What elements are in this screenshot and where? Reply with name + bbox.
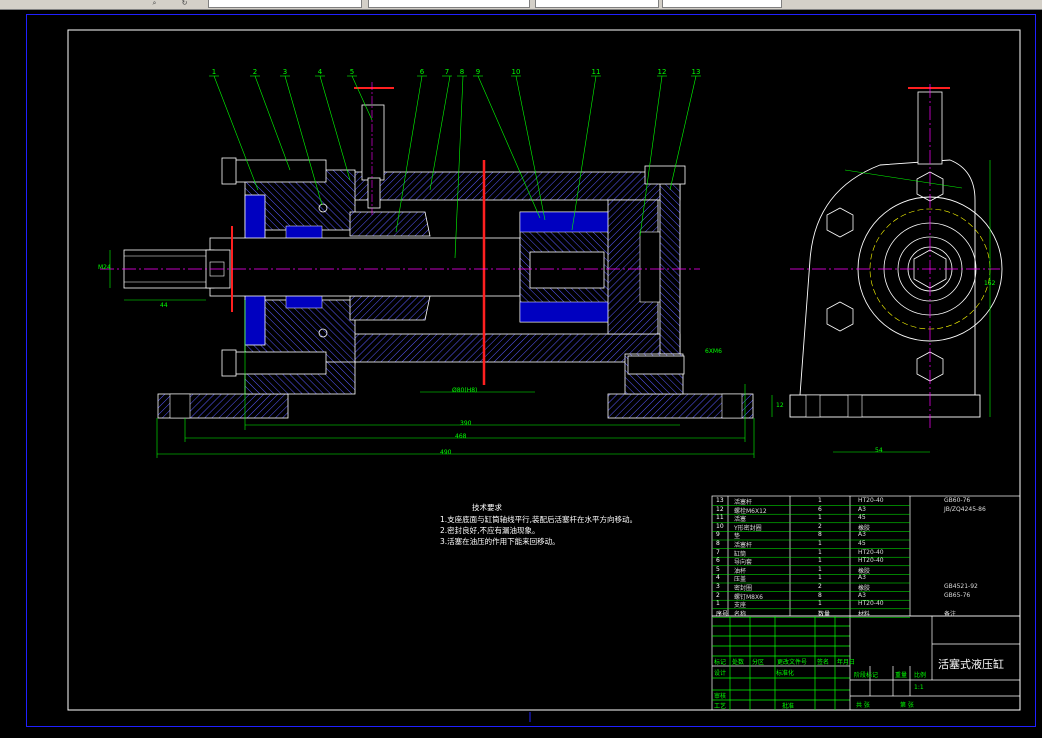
bom-cell-qty: 1 — [818, 557, 822, 565]
dim-side-base: 12 — [776, 402, 784, 409]
bom-cell-no: 1 — [716, 600, 720, 608]
dim-thread-left: M24 — [98, 264, 111, 271]
rev-header-3: 更改文件号 — [777, 659, 808, 666]
bom-cell-no: 10 — [716, 522, 724, 530]
balloon-1: 1 — [212, 68, 216, 76]
note-item-2: 2.密封良好,不应有漏油现象。 — [440, 526, 540, 535]
balloon-6: 6 — [420, 68, 425, 76]
cad-drawing[interactable]: 1 2 3 4 5 6 7 8 9 10 11 12 13 — [0, 0, 1042, 738]
dim-side-bottom: 54 — [875, 447, 883, 454]
bom-cell-material: 45 — [858, 540, 866, 547]
rev-header-2: 分区 — [752, 659, 765, 666]
bom-cell-qty: 8 — [818, 531, 822, 539]
bom-cell-no: 2 — [716, 591, 720, 599]
bom-cell-qty: 1 — [818, 600, 822, 608]
bom-cell-material: A3 — [858, 505, 866, 513]
title-design: 设计 — [714, 670, 727, 677]
bom-cell-qty: 8 — [818, 591, 822, 599]
bom-cell-no: 4 — [716, 574, 720, 582]
title-weight: 重量 — [895, 672, 908, 679]
bom-cell-no: 11 — [716, 514, 724, 522]
drawing-title: 活塞式液压缸 — [938, 658, 1004, 671]
bom-cell-no: 13 — [716, 497, 724, 504]
bom-cell-standard: GB60-76 — [944, 497, 971, 504]
bom-cell-standard: GB4521-92 — [944, 583, 978, 590]
bom-cell-material: HT20-40 — [858, 497, 884, 504]
dim-rod-length: 44 — [160, 302, 168, 309]
bom-cell-standard: GB65-76 — [944, 591, 971, 599]
bom-cell-standard: JB/ZQ4245-86 — [944, 505, 986, 513]
bom-cell-qty: 2 — [818, 583, 822, 590]
title-approve: 批准 — [782, 703, 795, 710]
bom-cell-qty: 1 — [818, 565, 822, 573]
dim-middle: 468 — [455, 433, 467, 440]
bom-cell-qty: 1 — [818, 514, 822, 522]
bom-cell-qty: 6 — [818, 505, 822, 513]
title-stage: 阶段标记 — [854, 672, 879, 679]
bom-cell-no: 5 — [716, 565, 720, 573]
dim-overall: 490 — [440, 449, 452, 456]
rev-header-5: 年月日 — [837, 659, 856, 666]
balloon-8: 8 — [460, 68, 464, 76]
balloon-4: 4 — [318, 68, 323, 76]
bom-cell-material: HT20-40 — [858, 548, 884, 556]
bom-header-name: 名称 — [734, 610, 747, 618]
bom-cell-qty: 1 — [818, 548, 822, 556]
title-sheet-no: 第 张 — [900, 702, 914, 709]
balloon-11: 11 — [592, 68, 601, 76]
bom-cell-material: A3 — [858, 591, 866, 599]
dim-side-height: 152 — [984, 280, 996, 287]
bom-cell-material: HT20-40 — [858, 600, 884, 608]
balloon-12: 12 — [658, 68, 667, 76]
title-standardize: 标准化 — [776, 670, 795, 677]
dim-hole-spec: 6XM6 — [705, 348, 722, 355]
bom-cell-material: A3 — [858, 574, 866, 582]
rev-header-0: 标记 — [714, 659, 727, 666]
bom-cell-material: A3 — [858, 531, 866, 539]
bom-cell-qty: 1 — [818, 497, 822, 504]
bom-cell-material: HT20-40 — [858, 557, 884, 565]
title-sheets: 共 张 — [856, 702, 870, 709]
balloon-7: 7 — [445, 68, 449, 76]
bom-header-qty: 数量 — [818, 610, 831, 618]
title-scale-value: 1:1 — [914, 684, 924, 691]
title-process: 工艺 — [714, 703, 727, 710]
note-item-3: 3.活塞在油压的作用下能来回移动。 — [440, 537, 560, 546]
bom-cell-no: 7 — [716, 548, 720, 556]
bom-cell-no: 8 — [716, 540, 720, 547]
notes-heading: 技术要求 — [472, 503, 502, 512]
dim-stroke: Ø80(H8) — [452, 387, 478, 394]
balloon-13: 13 — [692, 68, 701, 76]
bom-cell-no: 3 — [716, 583, 720, 590]
balloon-10: 10 — [512, 68, 521, 76]
bom-cell-qty: 2 — [818, 522, 822, 530]
bom-cell-material: 45 — [858, 514, 866, 522]
balloon-2: 2 — [253, 68, 257, 76]
bom-cell-no: 9 — [716, 531, 720, 539]
note-item-1: 1.支座底面与缸筒轴线平行,装配后活塞杆在水平方向移动。 — [440, 515, 638, 524]
balloon-3: 3 — [283, 68, 287, 76]
bom-header-standard: 备注 — [944, 610, 957, 618]
rev-header-4: 签名 — [817, 659, 830, 666]
bom-cell-qty: 1 — [818, 540, 822, 547]
balloon-labels: 1 2 3 4 5 6 7 8 9 10 11 12 13 — [209, 68, 701, 77]
bom-cell-qty: 1 — [818, 574, 822, 582]
bom-cell-no: 12 — [716, 505, 724, 513]
technical-notes: 技术要求 1.支座底面与缸筒轴线平行,装配后活塞杆在水平方向移动。 2.密封良好… — [440, 503, 638, 547]
balloon-9: 9 — [476, 68, 480, 76]
dim-inner: 390 — [460, 420, 472, 427]
front-section-view — [100, 82, 754, 419]
bom-cell-no: 6 — [716, 557, 720, 565]
title-scale: 比例 — [914, 672, 927, 679]
rev-header-1: 处数 — [732, 659, 745, 666]
side-view — [771, 84, 1003, 453]
title-review: 审核 — [714, 693, 727, 700]
bom-header-no: 序号 — [716, 610, 729, 618]
bom-header-material: 材料 — [858, 610, 871, 618]
balloon-5: 5 — [350, 68, 354, 76]
